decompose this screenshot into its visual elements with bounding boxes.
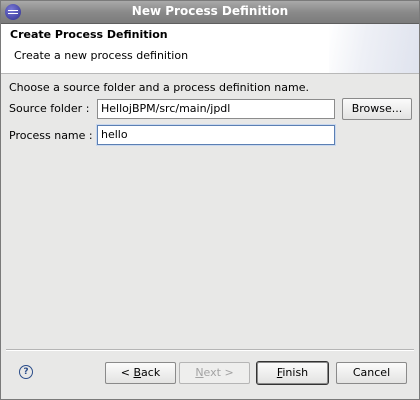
help-icon[interactable]: ? [19,365,33,379]
browse-button[interactable]: Browse... [342,98,412,120]
process-name-input[interactable]: hello [97,125,335,145]
finish-label-rest: inish [282,366,309,379]
next-label-rest: ext > [203,366,234,379]
cancel-button[interactable]: Cancel [336,362,407,384]
wizard-header: Create Process Definition Create a new p… [1,24,419,74]
back-label-rest: ack [141,366,161,379]
source-folder-input[interactable]: HellojBPM/src/main/jpdl [97,99,335,119]
window-title: New Process Definition [131,4,289,18]
back-button[interactable]: < Back [105,362,176,384]
header-banner-graphic [329,24,419,73]
finish-button[interactable]: Finish [256,361,329,385]
wizard-description: Create a new process definition [14,49,189,62]
next-label-mnemonic: N [195,366,204,379]
back-label-prefix: < [120,366,134,379]
source-folder-label: Source folder : [9,102,90,115]
process-name-label: Process name : [9,129,93,142]
dialog-window: New Process Definition Create Process De… [0,0,420,400]
title-bar[interactable]: New Process Definition [1,1,419,24]
next-button[interactable]: Next > [179,362,250,384]
button-bar-separator [6,349,414,351]
instructions-text: Choose a source folder and a process def… [9,81,309,94]
wizard-title: Create Process Definition [10,28,168,41]
back-label-mnemonic: B [133,366,142,379]
